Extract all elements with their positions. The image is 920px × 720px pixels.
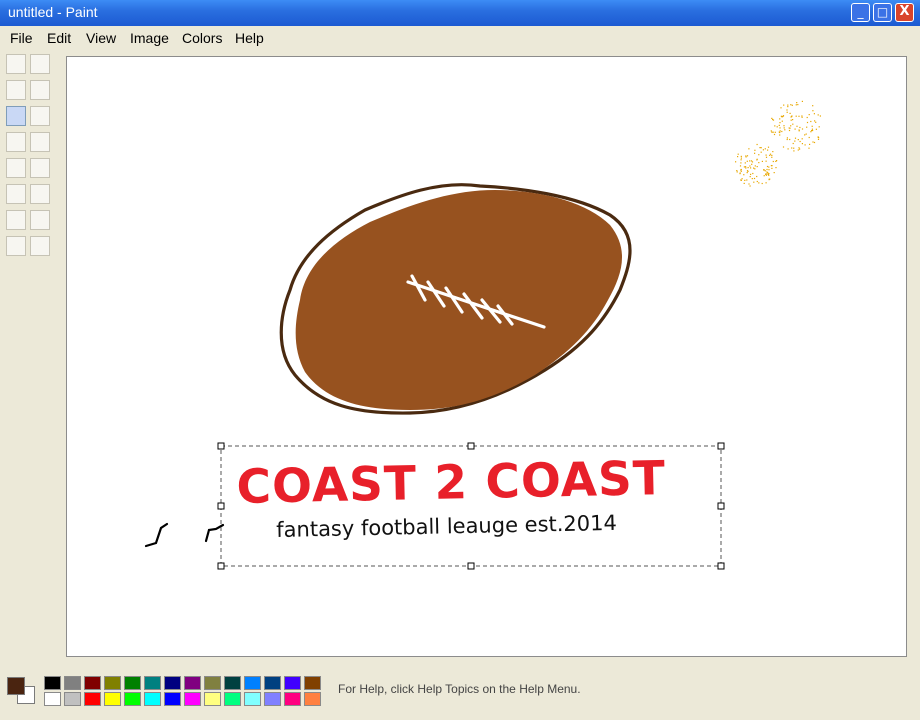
palette-swatch[interactable] <box>164 676 181 690</box>
palette-swatch[interactable] <box>204 692 221 706</box>
palette-swatch[interactable] <box>224 676 241 690</box>
palette-swatch[interactable] <box>144 692 161 706</box>
palette-swatch[interactable] <box>184 676 201 690</box>
palette-swatch[interactable] <box>124 676 141 690</box>
palette-swatch[interactable] <box>284 676 301 690</box>
scribble-mark <box>204 523 225 543</box>
palette-swatch[interactable] <box>44 692 61 706</box>
palette-swatch[interactable] <box>164 692 181 706</box>
palette-swatch[interactable] <box>144 676 161 690</box>
palette-swatch[interactable] <box>64 692 81 706</box>
spray-paint-marks <box>735 100 821 187</box>
foreground-color-swatch[interactable] <box>7 677 25 695</box>
canvas-artwork <box>144 100 821 570</box>
palette-swatch[interactable] <box>304 676 321 690</box>
banner-title: COAST 2 COAST <box>236 451 667 515</box>
palette-swatch[interactable] <box>84 676 101 690</box>
scribble-mark <box>144 522 169 548</box>
palette-swatch[interactable] <box>104 692 121 706</box>
football-drawing <box>279 183 632 415</box>
color-palette <box>44 676 324 708</box>
palette-swatch[interactable] <box>64 676 81 690</box>
status-text: For Help, click Help Topics on the Help … <box>338 682 581 696</box>
palette-swatch[interactable] <box>244 692 261 706</box>
palette-swatch[interactable] <box>264 676 281 690</box>
palette-swatch[interactable] <box>244 676 261 690</box>
palette-swatch[interactable] <box>264 692 281 706</box>
current-colors[interactable] <box>7 677 37 707</box>
palette-swatch[interactable] <box>284 692 301 706</box>
palette-swatch[interactable] <box>224 692 241 706</box>
palette-swatch[interactable] <box>204 676 221 690</box>
palette-swatch[interactable] <box>304 692 321 706</box>
palette-swatch[interactable] <box>184 692 201 706</box>
palette-swatch[interactable] <box>104 676 121 690</box>
palette-swatch[interactable] <box>44 676 61 690</box>
palette-swatch[interactable] <box>124 692 141 706</box>
palette-swatch[interactable] <box>84 692 101 706</box>
